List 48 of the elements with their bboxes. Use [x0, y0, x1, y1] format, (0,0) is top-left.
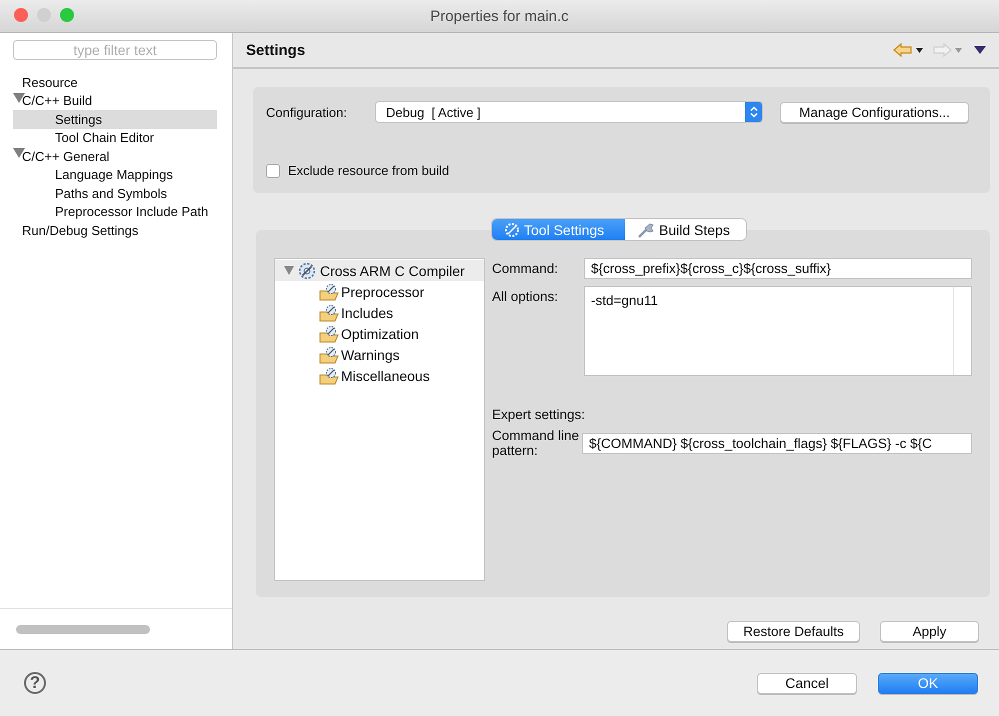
tree-item[interactable]: Warnings [275, 344, 484, 365]
tree-item[interactable]: Optimization [275, 323, 484, 344]
command-field[interactable]: ${cross_prefix}${cross_c}${cross_suffix} [584, 258, 972, 279]
command-line-pattern-label: Command line pattern: [492, 428, 580, 458]
tree-item[interactable]: C/C++ General [13, 147, 217, 166]
dialog-button[interactable]: Cancel [757, 672, 857, 694]
tree-item[interactable]: Run/Debug Settings [13, 221, 217, 240]
configuration-dropdown[interactable]: Debug [ Active ] [375, 101, 763, 123]
window-title: Properties for main.c [430, 8, 569, 24]
gear-icon [504, 222, 520, 238]
folder-gear-icon [319, 304, 339, 322]
pattern-field[interactable]: ${COMMAND} ${cross_toolchain_flags} ${FLAGS} -c ${C [582, 432, 972, 454]
tree-item[interactable]: Tool Chain Editor [13, 128, 217, 147]
checkbox-label: Exclude resource from build [288, 163, 450, 178]
close-button[interactable] [14, 8, 28, 22]
folder-gear-icon [319, 366, 339, 384]
folder-gear-icon [319, 324, 339, 342]
options-text-area[interactable]: -std=gnu11 [584, 286, 972, 376]
manage-configurations-button[interactable]: Manage Configurations... [780, 102, 969, 122]
expert-settings-heading: Expert settings: [492, 407, 586, 422]
dialog-button[interactable]: Apply [880, 621, 979, 642]
tree-item[interactable]: Language Mappings [13, 166, 217, 184]
tree-item[interactable]: Settings [13, 110, 217, 128]
dialog-button[interactable]: Restore Defaults [727, 621, 860, 642]
tree-item[interactable]: Includes [275, 302, 484, 323]
zoom-button[interactable] [60, 8, 74, 22]
tree-item[interactable]: Preprocessor [275, 281, 484, 302]
exclude-checkbox[interactable] [266, 164, 280, 178]
gear-icon [298, 262, 316, 280]
caret-icon[interactable] [916, 48, 923, 52]
command-label: Command: [492, 260, 560, 276]
filter-field[interactable]: type filter text [13, 40, 217, 60]
all-options-label: All options: [492, 288, 560, 304]
tree-item[interactable]: Paths and Symbols [13, 184, 217, 202]
configuration-label: Configuration: [266, 104, 348, 120]
stepper-icon [750, 106, 758, 118]
tree-item[interactable]: Cross ARM C Compiler [275, 260, 484, 281]
tree-item[interactable]: Miscellaneous [275, 365, 484, 386]
view-menu-icon[interactable] [974, 46, 986, 54]
folder-gear-icon [319, 346, 339, 364]
tree-item[interactable]: Resource [13, 73, 217, 92]
help-icon[interactable]: ? [24, 672, 46, 694]
page-title: Settings [246, 42, 306, 58]
wrench-icon [637, 222, 655, 238]
forward-arrow-icon[interactable] [932, 43, 952, 57]
folder-gear-icon [319, 282, 339, 300]
scrollbar-thumb[interactable] [16, 624, 150, 634]
tree-item[interactable]: Preprocessor Include Path [13, 202, 217, 221]
